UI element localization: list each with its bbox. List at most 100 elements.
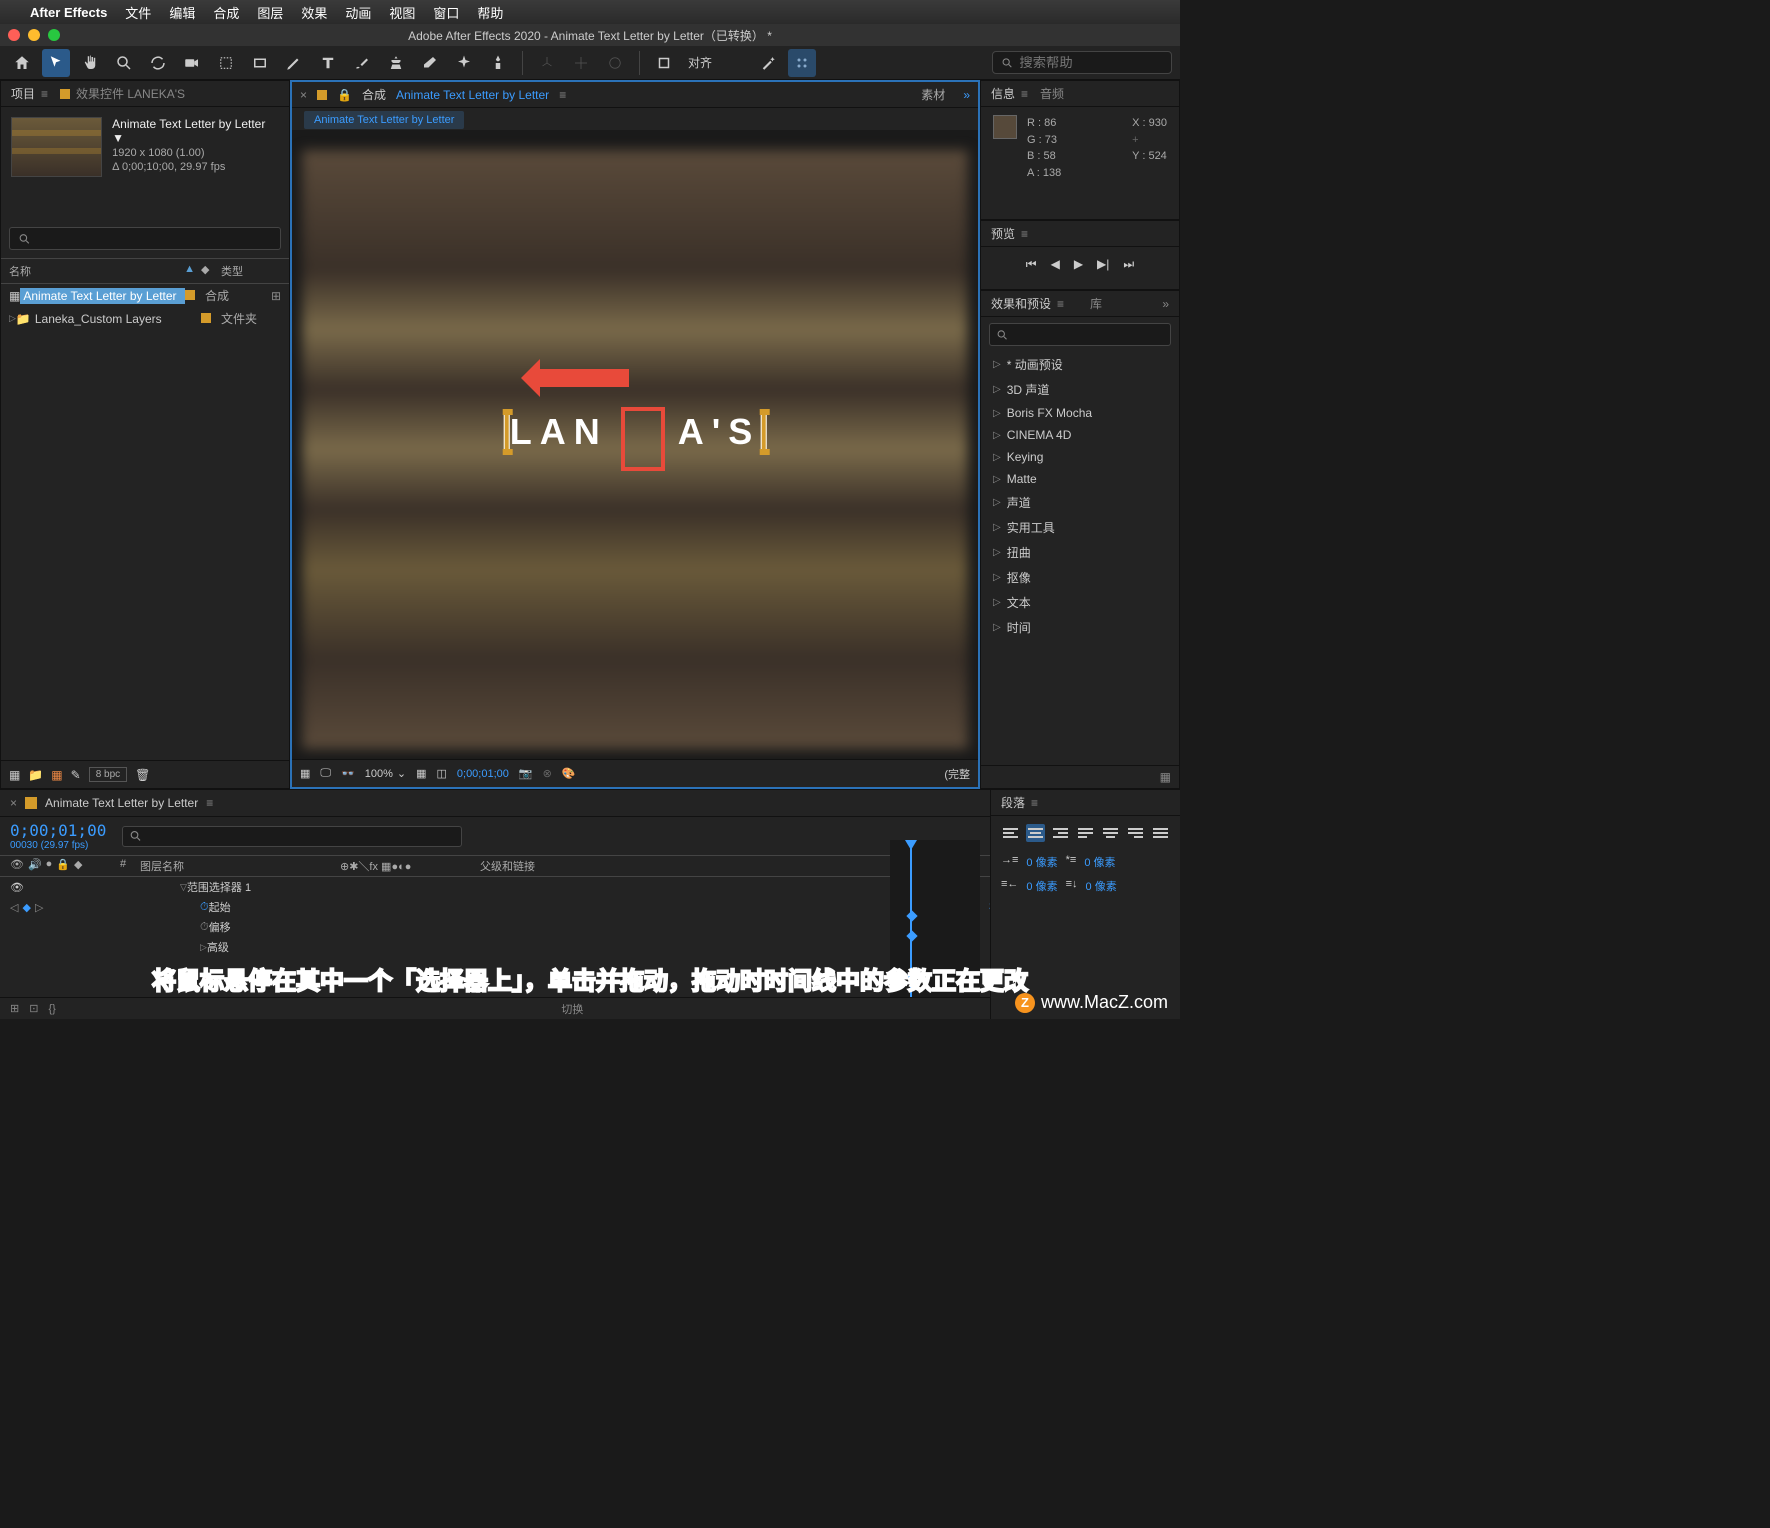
col-type[interactable]: 类型 [221, 263, 281, 279]
effect-category[interactable]: ▷3D 声道 [981, 377, 1179, 402]
project-tab[interactable]: 项目≡ [11, 85, 48, 102]
roto-brush-tool[interactable] [450, 49, 478, 77]
justify-last-right-button[interactable] [1126, 824, 1145, 842]
expand-icon[interactable]: » [963, 88, 970, 102]
keyframe-icon[interactable] [906, 910, 917, 921]
panel-menu-icon[interactable]: ≡ [206, 796, 213, 810]
pen-tool[interactable] [280, 49, 308, 77]
guides-icon[interactable]: ◫ [436, 767, 446, 780]
zoom-dropdown[interactable]: 100% ⌄ [365, 767, 406, 780]
orbit-tool[interactable] [144, 49, 172, 77]
info-tab[interactable]: 信息 ≡ [991, 85, 1028, 102]
breadcrumb[interactable]: Animate Text Letter by Letter [304, 111, 464, 129]
timeline-search[interactable] [122, 826, 462, 847]
range-selector-start[interactable] [504, 412, 510, 452]
effect-category[interactable]: ▷时间 [981, 615, 1179, 640]
effect-category[interactable]: ▷声道 [981, 490, 1179, 515]
audio-tab[interactable]: 音频 [1040, 85, 1064, 102]
align-left-button[interactable] [1001, 824, 1020, 842]
close-tab-icon[interactable]: × [300, 88, 307, 102]
expand-icon[interactable]: ▽ [180, 882, 187, 893]
trash-icon[interactable]: 🗑 [135, 768, 150, 782]
menu-edit[interactable]: 编辑 [169, 3, 195, 22]
first-frame-button[interactable]: ⏮ [1026, 257, 1037, 272]
pan-behind-tool[interactable] [212, 49, 240, 77]
expand-icon[interactable]: ▷ [200, 942, 207, 953]
timeline-track-area[interactable] [890, 840, 980, 997]
toggle-modes-icon[interactable]: ⊡ [29, 1002, 38, 1015]
effect-category[interactable]: ▷Keying [981, 446, 1179, 468]
stopwatch-icon[interactable]: ⏱ [200, 921, 209, 934]
footage-tab[interactable]: 素材 [921, 86, 945, 103]
eraser-tool[interactable] [416, 49, 444, 77]
effect-category[interactable]: ▷抠像 [981, 565, 1179, 590]
color-mgmt-icon[interactable]: 🎨 [562, 767, 576, 780]
prev-frame-button[interactable]: ◀ [1051, 257, 1060, 272]
search-help-field[interactable] [992, 51, 1172, 74]
timeline-search-input[interactable] [147, 829, 456, 844]
audio-icon[interactable]: 🔊 [28, 858, 42, 874]
comp-name[interactable]: Animate Text Letter by Letter ▼ [112, 117, 279, 145]
indent-value[interactable]: 0 像素 [1026, 878, 1057, 894]
library-tab[interactable]: 库 [1090, 295, 1102, 312]
composition-viewport[interactable]: LAN A'S [292, 130, 978, 759]
project-search[interactable] [9, 227, 281, 250]
project-search-input[interactable] [37, 231, 272, 246]
folder-new-icon[interactable]: 📁 [28, 768, 43, 782]
justify-all-button[interactable] [1151, 824, 1170, 842]
wand-icon[interactable] [754, 49, 782, 77]
current-time[interactable]: 0;00;01;00 [457, 768, 509, 780]
hand-tool[interactable] [76, 49, 104, 77]
align-center-button[interactable] [1026, 824, 1045, 842]
menu-view[interactable]: 视图 [389, 3, 415, 22]
lock-icon[interactable]: 🔒 [56, 858, 70, 874]
range-selector-end[interactable] [760, 412, 766, 452]
3d-axis2-icon[interactable] [567, 49, 595, 77]
indent-value[interactable]: 0 像素 [1026, 854, 1057, 870]
brackets-icon[interactable]: {} [48, 1003, 55, 1015]
effect-category[interactable]: ▷CINEMA 4D [981, 424, 1179, 446]
eye-icon[interactable]: 👁 [10, 858, 24, 874]
settings-icon[interactable] [788, 49, 816, 77]
puppet-tool[interactable] [484, 49, 512, 77]
col-parent[interactable]: 父级和链接 [480, 858, 580, 874]
keyframe-indicator[interactable]: ◆ [22, 901, 30, 914]
menu-file[interactable]: 文件 [125, 3, 151, 22]
display-icon[interactable]: 🖵 [320, 767, 331, 780]
col-tag-icon[interactable]: ◆ [201, 263, 221, 279]
eye-toggle[interactable]: 👁 [10, 881, 24, 894]
keyframe-icon[interactable] [906, 930, 917, 941]
menu-animation[interactable]: 动画 [345, 3, 371, 22]
color-tag-icon[interactable] [201, 313, 211, 323]
brush-tool[interactable] [348, 49, 376, 77]
panel-menu-icon[interactable]: ≡ [559, 88, 566, 102]
snapshot-icon[interactable]: 📷 [519, 767, 533, 780]
switch-label[interactable]: 切换 [561, 1001, 583, 1017]
channel-icon[interactable]: ⊗ [543, 767, 552, 780]
project-item-comp[interactable]: ▦ Animate Text Letter by Letter 合成 ⊞ [1, 284, 289, 307]
selection-tool[interactable] [42, 49, 70, 77]
effect-category[interactable]: ▷文本 [981, 590, 1179, 615]
justify-last-center-button[interactable] [1101, 824, 1120, 842]
effects-search-input[interactable] [1013, 327, 1164, 342]
effect-category[interactable]: ▷* 动画预设 [981, 352, 1179, 377]
effect-category[interactable]: ▷Boris FX Mocha [981, 402, 1179, 424]
timeline-comp-name[interactable]: Animate Text Letter by Letter [45, 796, 198, 810]
indent-value[interactable]: 0 像素 [1086, 878, 1117, 894]
text-tool[interactable] [314, 49, 342, 77]
home-icon[interactable] [8, 49, 36, 77]
effect-controls-tab[interactable]: 效果控件 LANEKA'S [60, 85, 185, 102]
paragraph-tab[interactable]: 段落 ≡ [1001, 794, 1038, 811]
lock-icon[interactable]: 🔒 [337, 88, 352, 102]
indent-value[interactable]: 0 像素 [1084, 854, 1115, 870]
flowchart-icon[interactable]: ⊞ [271, 289, 281, 303]
rectangle-tool[interactable] [246, 49, 274, 77]
stopwatch-icon[interactable]: ⏱ [200, 901, 209, 914]
menu-layer[interactable]: 图层 [257, 3, 283, 22]
toggle-switches-icon[interactable]: ⊞ [10, 1002, 19, 1015]
col-name[interactable]: 名称 [9, 263, 184, 279]
3d-axis-icon[interactable] [533, 49, 561, 77]
effect-category[interactable]: ▷实用工具 [981, 515, 1179, 540]
magnify-icon[interactable]: ▦ [300, 767, 310, 780]
solo-icon[interactable]: ● [46, 858, 53, 874]
